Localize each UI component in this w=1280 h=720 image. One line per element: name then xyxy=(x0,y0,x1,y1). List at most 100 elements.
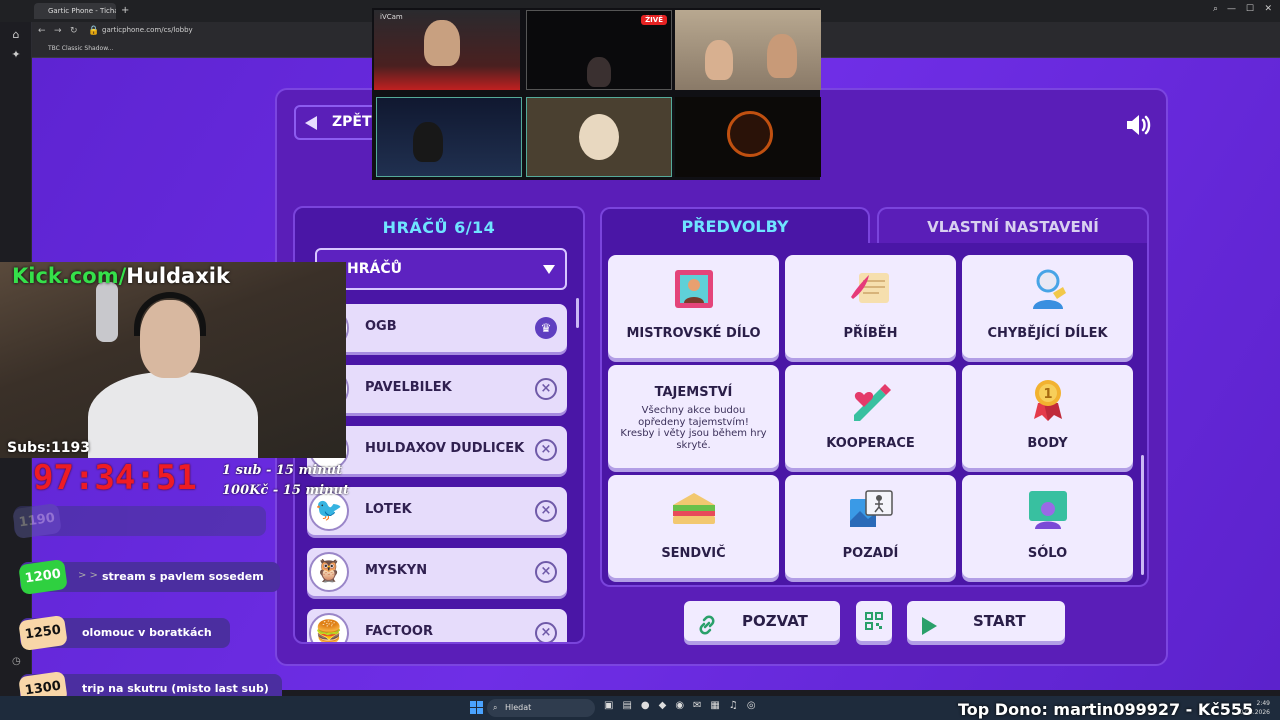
camera-feed: iVCam xyxy=(374,10,520,90)
goal-text: olomouc v boratkách xyxy=(82,626,212,639)
player-avatar: 🍔 xyxy=(309,613,349,642)
goal-number: 1200 xyxy=(18,558,68,596)
kick-name: Huldaxik xyxy=(126,264,230,288)
puzzle-icon xyxy=(962,267,1133,313)
start-button[interactable]: START xyxy=(907,601,1065,641)
url-field[interactable]: garticphone.com/cs/lobby xyxy=(102,26,193,34)
bookmark-item[interactable]: TBC Classic Shadow... xyxy=(48,45,113,52)
player-row: 🍔 FACTOOR × xyxy=(307,609,567,642)
qr-code-button[interactable] xyxy=(856,601,892,641)
preset-label: BODY xyxy=(1027,436,1068,451)
close-icon[interactable]: ✕ xyxy=(1264,4,1272,14)
goal-text: trip na skutru (misto last sub) xyxy=(82,682,269,695)
rate-sub: 1 sub - 15 minut xyxy=(222,463,343,478)
preset-missing-piece[interactable]: CHYBĚJÍCÍ DÍLEK xyxy=(962,255,1133,358)
players-dropdown[interactable]: HRÁČŮ xyxy=(315,248,567,290)
streamer-body xyxy=(88,372,258,458)
preset-background[interactable]: POZADÍ xyxy=(785,475,956,578)
player-name: OGB xyxy=(365,319,397,334)
taskbar-search[interactable]: ⌕ Hledat xyxy=(487,699,595,717)
start-label: START xyxy=(973,612,1026,630)
kick-player-button[interactable]: × xyxy=(535,561,557,583)
taskbar-apps[interactable]: ▣▤●◆◉✉▦♫◎ xyxy=(604,700,765,711)
preset-label: SENDVIČ xyxy=(661,546,726,561)
presets-panel: MISTROVSKÉ DÍLO PŘÍBĚH CHYBĚJÍCÍ DÍLEK T… xyxy=(600,243,1149,587)
tab-custom-settings[interactable]: VLASTNÍ NASTAVENÍ xyxy=(877,207,1149,245)
subathon-timer: 97:34:51 xyxy=(33,458,197,498)
scroll-quill-icon xyxy=(785,267,956,313)
pin-icon[interactable]: ✦ xyxy=(9,48,23,62)
kick-player-button[interactable]: × xyxy=(535,439,557,461)
player-name: HULDAXOV DUDLICEK xyxy=(365,441,525,456)
lock-icon: 🔒 xyxy=(88,26,100,36)
avatar xyxy=(727,111,773,157)
players-dropdown-value: HRÁČŮ xyxy=(347,261,402,277)
player-name: FACTOOR xyxy=(365,624,433,639)
player-row: 🙂 OGB ♛ xyxy=(307,304,567,352)
preset-masterpiece[interactable]: MISTROVSKÉ DÍLO xyxy=(608,255,779,358)
tab-presets[interactable]: PŘEDVOLBY xyxy=(600,207,870,245)
player-avatar: 🦉 xyxy=(309,552,349,592)
new-tab-button[interactable]: + xyxy=(121,5,129,16)
preset-solo[interactable]: SÓLO xyxy=(962,475,1133,578)
windows-start-icon[interactable] xyxy=(470,701,483,714)
player-row: 🦉 MYSKYN × xyxy=(307,548,567,596)
camera-label: iVCam xyxy=(380,13,403,21)
kick-channel-label: Kick.com/Huldaxik xyxy=(12,264,230,288)
microphone xyxy=(96,282,118,342)
invite-button[interactable]: POZVAT xyxy=(684,601,840,641)
person xyxy=(705,40,733,80)
person xyxy=(767,34,797,78)
preset-sandwich[interactable]: SENDVIČ xyxy=(608,475,779,578)
player-row: 😀 HULDAXOV DUDLICEK × xyxy=(307,426,567,474)
preset-story[interactable]: PŘÍBĚH xyxy=(785,255,956,358)
tab-title: Gartic Phone - Tichá ... xyxy=(48,7,116,15)
play-icon xyxy=(919,611,939,635)
preset-mystery[interactable]: TAJEMSTVÍ Všechny akce budou opředeny ta… xyxy=(608,365,779,468)
crown-icon: ♛ xyxy=(535,317,557,339)
sandwich-icon xyxy=(608,487,779,533)
camera-feed xyxy=(526,97,672,177)
back-button[interactable]: ZPĚT xyxy=(294,105,384,140)
home-icon[interactable]: ⌂ xyxy=(9,28,23,42)
forward-icon[interactable]: → xyxy=(54,26,62,36)
goal-text: stream s pavlem sosedem xyxy=(102,570,264,583)
invite-label: POZVAT xyxy=(742,612,808,630)
goal-item: 1200 > > stream s pavlem sosedem xyxy=(18,558,280,596)
preset-label: POZADÍ xyxy=(842,546,899,561)
kick-player-button[interactable]: × xyxy=(535,500,557,522)
back-arrow-icon xyxy=(305,116,317,130)
person xyxy=(413,122,443,162)
preset-label: TAJEMSTVÍ xyxy=(654,385,733,400)
minimize-icon[interactable]: — xyxy=(1227,4,1236,14)
players-title: HRÁČŮ 6/14 xyxy=(382,218,496,237)
top-donation: Top Dono: martin099927 - Kč555 xyxy=(958,700,1254,719)
maximize-icon[interactable]: ☐ xyxy=(1246,4,1254,14)
player-name: PAVELBILEK xyxy=(365,380,452,395)
goal-number: 1250 xyxy=(18,614,68,652)
preset-points[interactable]: 1 BODY xyxy=(962,365,1133,468)
preset-label: SÓLO xyxy=(1027,546,1068,561)
preset-label: MISTROVSKÉ DÍLO xyxy=(626,326,761,341)
preset-label: CHYBĚJÍCÍ DÍLEK xyxy=(987,326,1108,341)
tab-gartic-phone[interactable]: Gartic Phone - Tichá ... xyxy=(34,3,116,19)
back-icon[interactable]: ← xyxy=(38,26,46,36)
presets-scrollbar[interactable] xyxy=(1141,455,1144,575)
player-row: 😎 PAVELBILEK × xyxy=(307,365,567,413)
search-tabs-icon[interactable]: ⌕ xyxy=(1213,4,1218,14)
camera-feed xyxy=(376,97,522,177)
preset-cooperation[interactable]: KOOPERACE xyxy=(785,365,956,468)
speaker-icon[interactable] xyxy=(1125,114,1153,136)
kick-prefix: Kick.com/ xyxy=(12,264,127,288)
player-name: MYSKYN xyxy=(365,563,428,578)
kick-player-button[interactable]: × xyxy=(535,622,557,642)
solo-player-icon xyxy=(962,487,1133,533)
preset-description: Všechny akce budou opředeny tajemstvím! … xyxy=(620,405,767,451)
reload-icon[interactable]: ↻ xyxy=(70,26,78,36)
search-icon: ⌕ xyxy=(493,703,498,712)
live-badge: ŽIVĚ xyxy=(641,15,667,25)
person xyxy=(587,57,611,87)
kick-player-button[interactable]: × xyxy=(535,378,557,400)
players-scrollbar[interactable] xyxy=(576,298,579,328)
clock-icon: ◷ xyxy=(12,656,21,667)
